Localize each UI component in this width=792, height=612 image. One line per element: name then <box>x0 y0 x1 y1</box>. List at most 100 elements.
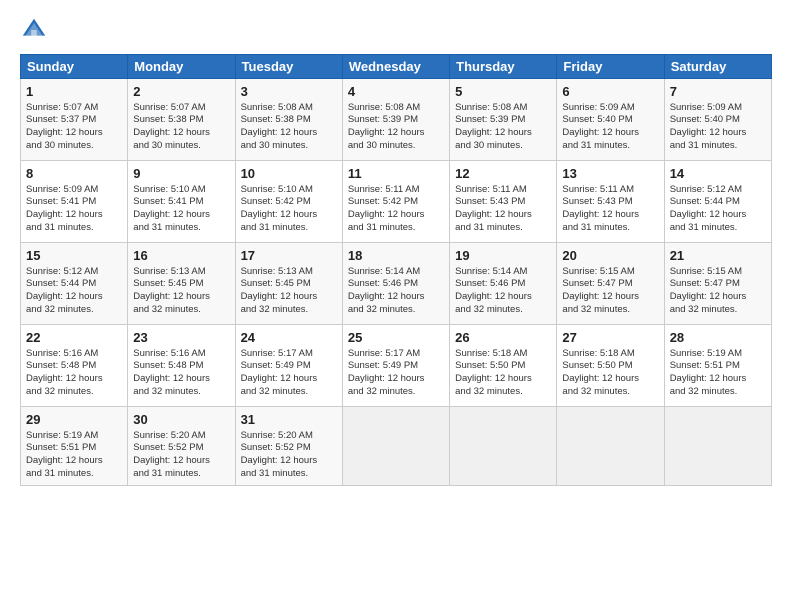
cell-text: Sunrise: 5:08 AM <box>455 102 551 115</box>
header-row: SundayMondayTuesdayWednesdayThursdayFrid… <box>21 55 772 79</box>
cell-text: Sunrise: 5:19 AM <box>670 348 766 361</box>
cell-text: Daylight: 12 hours <box>26 455 122 468</box>
calendar-cell: 18Sunrise: 5:14 AMSunset: 5:46 PMDayligh… <box>342 243 449 325</box>
calendar: SundayMondayTuesdayWednesdayThursdayFrid… <box>20 54 772 486</box>
calendar-cell: 16Sunrise: 5:13 AMSunset: 5:45 PMDayligh… <box>128 243 235 325</box>
cell-text: and 30 minutes. <box>455 140 551 153</box>
cell-text: Sunset: 5:44 PM <box>670 196 766 209</box>
cell-text: Sunrise: 5:16 AM <box>26 348 122 361</box>
cell-text: and 30 minutes. <box>348 140 444 153</box>
calendar-cell: 25Sunrise: 5:17 AMSunset: 5:49 PMDayligh… <box>342 325 449 407</box>
calendar-cell <box>450 407 557 486</box>
cell-text: Sunrise: 5:12 AM <box>26 266 122 279</box>
calendar-cell: 12Sunrise: 5:11 AMSunset: 5:43 PMDayligh… <box>450 161 557 243</box>
week-row-4: 22Sunrise: 5:16 AMSunset: 5:48 PMDayligh… <box>21 325 772 407</box>
cell-text: Sunrise: 5:18 AM <box>455 348 551 361</box>
cell-text: Sunrise: 5:15 AM <box>670 266 766 279</box>
cell-text: Sunrise: 5:09 AM <box>26 184 122 197</box>
calendar-cell: 5Sunrise: 5:08 AMSunset: 5:39 PMDaylight… <box>450 79 557 161</box>
day-number: 30 <box>133 411 229 429</box>
day-number: 3 <box>241 83 337 101</box>
cell-text: Sunrise: 5:12 AM <box>670 184 766 197</box>
col-header-wednesday: Wednesday <box>342 55 449 79</box>
cell-text: Sunset: 5:41 PM <box>26 196 122 209</box>
cell-text: and 32 minutes. <box>455 386 551 399</box>
cell-text: Daylight: 12 hours <box>133 291 229 304</box>
col-header-monday: Monday <box>128 55 235 79</box>
cell-text: Sunrise: 5:20 AM <box>241 430 337 443</box>
cell-text: Sunset: 5:46 PM <box>455 278 551 291</box>
cell-text: Sunset: 5:50 PM <box>455 360 551 373</box>
cell-text: Sunset: 5:51 PM <box>26 442 122 455</box>
calendar-cell: 27Sunrise: 5:18 AMSunset: 5:50 PMDayligh… <box>557 325 664 407</box>
cell-text: Sunrise: 5:17 AM <box>241 348 337 361</box>
cell-text: Sunrise: 5:13 AM <box>133 266 229 279</box>
cell-text: Sunset: 5:49 PM <box>241 360 337 373</box>
logo-icon <box>20 16 48 44</box>
cell-text: and 32 minutes. <box>348 386 444 399</box>
calendar-cell: 15Sunrise: 5:12 AMSunset: 5:44 PMDayligh… <box>21 243 128 325</box>
cell-text: and 31 minutes. <box>455 222 551 235</box>
calendar-cell <box>342 407 449 486</box>
calendar-cell: 29Sunrise: 5:19 AMSunset: 5:51 PMDayligh… <box>21 407 128 486</box>
cell-text: and 31 minutes. <box>133 468 229 481</box>
cell-text: Sunrise: 5:10 AM <box>241 184 337 197</box>
day-number: 6 <box>562 83 658 101</box>
week-row-3: 15Sunrise: 5:12 AMSunset: 5:44 PMDayligh… <box>21 243 772 325</box>
calendar-cell <box>557 407 664 486</box>
cell-text: Daylight: 12 hours <box>26 209 122 222</box>
cell-text: Sunrise: 5:10 AM <box>133 184 229 197</box>
cell-text: and 30 minutes. <box>133 140 229 153</box>
day-number: 17 <box>241 247 337 265</box>
day-number: 20 <box>562 247 658 265</box>
cell-text: Sunset: 5:39 PM <box>348 114 444 127</box>
cell-text: Daylight: 12 hours <box>348 209 444 222</box>
col-header-thursday: Thursday <box>450 55 557 79</box>
calendar-cell: 19Sunrise: 5:14 AMSunset: 5:46 PMDayligh… <box>450 243 557 325</box>
cell-text: and 32 minutes. <box>562 304 658 317</box>
cell-text: Daylight: 12 hours <box>241 291 337 304</box>
day-number: 28 <box>670 329 766 347</box>
calendar-cell: 3Sunrise: 5:08 AMSunset: 5:38 PMDaylight… <box>235 79 342 161</box>
cell-text: Daylight: 12 hours <box>241 455 337 468</box>
day-number: 12 <box>455 165 551 183</box>
day-number: 9 <box>133 165 229 183</box>
cell-text: and 31 minutes. <box>133 222 229 235</box>
cell-text: and 31 minutes. <box>26 468 122 481</box>
cell-text: Daylight: 12 hours <box>133 127 229 140</box>
calendar-cell: 20Sunrise: 5:15 AMSunset: 5:47 PMDayligh… <box>557 243 664 325</box>
day-number: 13 <box>562 165 658 183</box>
calendar-cell: 24Sunrise: 5:17 AMSunset: 5:49 PMDayligh… <box>235 325 342 407</box>
day-number: 27 <box>562 329 658 347</box>
cell-text: Daylight: 12 hours <box>670 209 766 222</box>
cell-text: Sunrise: 5:15 AM <box>562 266 658 279</box>
header <box>20 16 772 44</box>
cell-text: Daylight: 12 hours <box>348 127 444 140</box>
cell-text: and 31 minutes. <box>562 140 658 153</box>
cell-text: and 32 minutes. <box>241 304 337 317</box>
cell-text: and 32 minutes. <box>26 386 122 399</box>
cell-text: Sunrise: 5:09 AM <box>670 102 766 115</box>
cell-text: Sunrise: 5:11 AM <box>562 184 658 197</box>
day-number: 29 <box>26 411 122 429</box>
cell-text: Sunrise: 5:13 AM <box>241 266 337 279</box>
cell-text: Sunset: 5:43 PM <box>562 196 658 209</box>
calendar-cell: 13Sunrise: 5:11 AMSunset: 5:43 PMDayligh… <box>557 161 664 243</box>
cell-text: Daylight: 12 hours <box>455 127 551 140</box>
cell-text: and 32 minutes. <box>133 304 229 317</box>
day-number: 10 <box>241 165 337 183</box>
col-header-friday: Friday <box>557 55 664 79</box>
cell-text: Daylight: 12 hours <box>26 373 122 386</box>
week-row-1: 1Sunrise: 5:07 AMSunset: 5:37 PMDaylight… <box>21 79 772 161</box>
cell-text: Daylight: 12 hours <box>241 373 337 386</box>
cell-text: Sunset: 5:52 PM <box>241 442 337 455</box>
day-number: 24 <box>241 329 337 347</box>
cell-text: Sunset: 5:43 PM <box>455 196 551 209</box>
cell-text: Sunrise: 5:09 AM <box>562 102 658 115</box>
cell-text: Daylight: 12 hours <box>133 209 229 222</box>
cell-text: Sunset: 5:48 PM <box>26 360 122 373</box>
cell-text: and 32 minutes. <box>670 304 766 317</box>
cell-text: and 31 minutes. <box>348 222 444 235</box>
calendar-cell: 7Sunrise: 5:09 AMSunset: 5:40 PMDaylight… <box>664 79 771 161</box>
week-row-5: 29Sunrise: 5:19 AMSunset: 5:51 PMDayligh… <box>21 407 772 486</box>
